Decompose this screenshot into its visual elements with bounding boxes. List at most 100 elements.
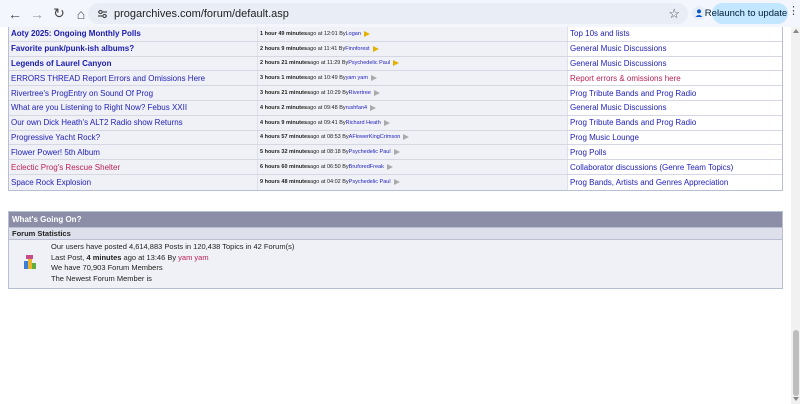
- reload-icon[interactable]: ↻: [48, 3, 70, 25]
- topic-title-cell: Our own Dick Heath's ALT2 Radio show Ret…: [9, 115, 257, 130]
- last-post-user-link[interactable]: BruforedFreak: [349, 164, 384, 170]
- last-post-user-link[interactable]: Richard Heath: [346, 120, 381, 126]
- topic-title-link[interactable]: Legends of Laurel Canyon: [11, 59, 111, 68]
- topic-title-link[interactable]: Rivertree's ProgEntry on Sound Of Prog: [11, 89, 153, 98]
- last-post-user-link[interactable]: AFlowerKingCrimson: [349, 134, 401, 140]
- scroll-up-arrow-icon[interactable]: [792, 29, 799, 33]
- go-to-last-post-arrow-icon[interactable]: [363, 30, 370, 37]
- browser-toolbar: ← → ↻ ⌂ progarchives.com/forum/default.a…: [0, 0, 800, 27]
- last-post-user-link[interactable]: rushfan4: [346, 105, 367, 111]
- go-to-last-post-arrow-icon[interactable]: [403, 134, 410, 141]
- forum-cell: General Music Discussions: [567, 100, 782, 115]
- forum-link[interactable]: Prog Polls: [570, 148, 606, 157]
- forum-cell: Collaborator discussions (Genre Team Top…: [567, 160, 782, 174]
- forum-link[interactable]: General Music Discussions: [570, 59, 666, 68]
- last-post-ago: ago at 11:29 By: [310, 60, 349, 67]
- last-post-mid: ago at 13:46 By: [121, 252, 179, 262]
- forum-cell: General Music Discussions: [567, 41, 782, 56]
- go-to-last-post-arrow-icon[interactable]: [393, 149, 400, 156]
- stats-last-post-line: Last Post, 4 minutes ago at 13:46 By yam…: [51, 253, 294, 264]
- last-post-user-link[interactable]: Psychedelic Paul: [349, 179, 391, 185]
- topic-row: Progressive Yacht Rock? 4 hours 57 minute…: [9, 130, 782, 146]
- go-to-last-post-arrow-icon[interactable]: [372, 45, 379, 52]
- topic-title-link[interactable]: Space Rock Explosion: [11, 178, 91, 187]
- last-post-time: 2 hours 9 minutes: [260, 45, 308, 52]
- forward-icon[interactable]: →: [26, 3, 48, 25]
- topic-title-link[interactable]: ERRORS THREAD Report Errors and Omission…: [11, 74, 205, 83]
- last-post-user-link[interactable]: Logan: [346, 31, 361, 37]
- scroll-down-arrow-icon[interactable]: [792, 397, 799, 401]
- stats-newest-member-line: The Newest Forum Member is: [51, 273, 152, 283]
- topic-row: Space Rock Explosion 9 hours 48 minutes a…: [9, 174, 782, 190]
- topic-title-cell: Flower Power! 5th Album: [9, 145, 257, 160]
- last-post-user-link[interactable]: yam yam: [346, 75, 368, 81]
- topic-title-link[interactable]: Our own Dick Heath's ALT2 Radio show Ret…: [11, 118, 183, 127]
- go-to-last-post-arrow-icon[interactable]: [386, 164, 393, 171]
- last-post-time: 1 hour 49 minutes: [260, 30, 308, 37]
- last-post-user-link[interactable]: Rivertree: [349, 90, 371, 96]
- last-post-ago: ago at 10:29 By: [310, 90, 349, 97]
- last-post-user-link[interactable]: Psychedelic Paul: [348, 60, 390, 66]
- topic-title-cell: ERRORS THREAD Report Errors and Omission…: [9, 71, 257, 86]
- forum-link[interactable]: General Music Discussions: [570, 44, 666, 53]
- forum-link[interactable]: Prog Tribute Bands and Prog Radio: [570, 118, 696, 127]
- forum-cell: Prog Polls: [567, 145, 782, 160]
- page-content: Aoty 2025: Ongoing Monthly Polls 1 hour 4…: [0, 27, 800, 404]
- topic-title-link[interactable]: Aoty 2025: Ongoing Monthly Polls: [11, 29, 141, 38]
- topic-title-link[interactable]: Favorite punk/punk-ish albums?: [11, 44, 134, 53]
- last-post-cell: 4 hours 9 minutes ago at 09:41 By Richar…: [257, 115, 567, 130]
- topic-title-link[interactable]: Flower Power! 5th Album: [11, 148, 100, 157]
- active-topics-table: Aoty 2025: Ongoing Monthly Polls 1 hour 4…: [8, 27, 783, 191]
- topic-title-cell: Aoty 2025: Ongoing Monthly Polls: [9, 27, 257, 41]
- last-post-time: 6 hours 60 minutes: [260, 164, 311, 171]
- forum-statistics-heading: Forum Statistics: [9, 227, 782, 240]
- page-scrollbar[interactable]: [791, 27, 800, 404]
- more-menu-icon[interactable]: ⋮: [788, 6, 799, 17]
- go-to-last-post-arrow-icon[interactable]: [370, 104, 377, 111]
- go-to-last-post-arrow-icon[interactable]: [383, 119, 390, 126]
- relaunch-to-update-button[interactable]: Relaunch to update: [705, 3, 788, 24]
- site-info-icon[interactable]: [96, 8, 108, 20]
- last-post-cell: 1 hour 49 minutes ago at 12:01 By Logan: [257, 27, 567, 41]
- address-bar[interactable]: progarchives.com/forum/default.asp ☆: [88, 3, 688, 24]
- last-post-user-link[interactable]: Finnforest: [345, 46, 369, 52]
- last-post-prefix: Last Post,: [51, 252, 87, 262]
- forum-cell: Top 10s and lists: [567, 27, 782, 41]
- forum-cell: Prog Music Lounge: [567, 130, 782, 145]
- topic-title-link[interactable]: Progressive Yacht Rock?: [11, 133, 100, 142]
- last-post-user-link[interactable]: Psychedelic Paul: [349, 149, 391, 155]
- last-post-ago: ago at 12:01 By: [307, 30, 346, 37]
- topic-title-cell: Space Rock Explosion: [9, 174, 257, 190]
- forum-link[interactable]: Collaborator discussions (Genre Team Top…: [570, 163, 733, 172]
- forum-cell: Prog Tribute Bands and Prog Radio: [567, 115, 782, 130]
- topic-title-cell: What are you Listening to Right Now? Feb…: [9, 100, 257, 115]
- go-to-last-post-arrow-icon[interactable]: [393, 60, 400, 67]
- topic-title-cell: Progressive Yacht Rock?: [9, 130, 257, 145]
- last-post-ago: ago at 09:41 By: [307, 119, 346, 126]
- topic-row: ERRORS THREAD Report Errors and Omission…: [9, 71, 782, 87]
- last-post-time: 2 hours 21 minutes: [260, 60, 311, 67]
- scrollbar-thumb[interactable]: [792, 330, 799, 396]
- forum-link[interactable]: Prog Tribute Bands and Prog Radio: [570, 89, 696, 98]
- last-post-user-link[interactable]: yam yam: [178, 253, 208, 262]
- back-icon[interactable]: ←: [4, 3, 26, 25]
- go-to-last-post-arrow-icon[interactable]: [370, 75, 377, 82]
- topic-title-link[interactable]: What are you Listening to Right Now? Feb…: [11, 103, 187, 112]
- last-post-time: 4 hours 2 minutes: [260, 104, 308, 111]
- last-post-time: 3 hours 1 minutes: [260, 75, 308, 82]
- forum-link[interactable]: Prog Music Lounge: [570, 133, 639, 142]
- go-to-last-post-arrow-icon[interactable]: [393, 179, 400, 186]
- topic-title-cell: Favorite punk/punk-ish albums?: [9, 41, 257, 56]
- topic-row: Rivertree's ProgEntry on Sound Of Prog 3 …: [9, 86, 782, 101]
- go-to-last-post-arrow-icon[interactable]: [373, 90, 380, 97]
- topic-title-link[interactable]: Eclectic Prog's Rescue Shelter: [11, 163, 120, 172]
- forum-link[interactable]: Report errors & omissions here: [570, 74, 681, 83]
- topic-row: Aoty 2025: Ongoing Monthly Polls 1 hour 4…: [9, 27, 782, 42]
- bookmark-star-icon[interactable]: ☆: [668, 6, 680, 22]
- topic-row: What are you Listening to Right Now? Feb…: [9, 100, 782, 116]
- forum-link[interactable]: General Music Discussions: [570, 103, 666, 112]
- whats-going-on-panel: What's Going On? Forum Statistics Our us…: [8, 211, 783, 289]
- forum-link[interactable]: Top 10s and lists: [570, 29, 630, 38]
- forum-link[interactable]: Prog Bands, Artists and Genres Appreciat…: [570, 178, 728, 187]
- last-post-cell: 3 hours 1 minutes ago at 10:49 By yam ya…: [257, 71, 567, 86]
